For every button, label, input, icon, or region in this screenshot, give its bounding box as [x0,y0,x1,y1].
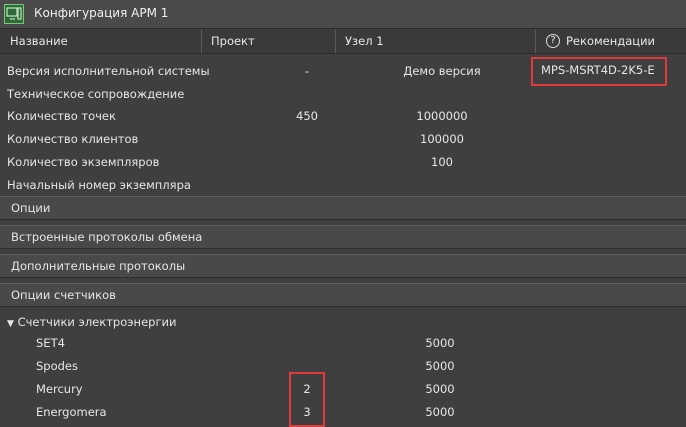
row-label-start-instance-number: Начальный номер экземпляра [7,178,191,192]
meter-node-set4[interactable]: 5000 [410,336,470,350]
column-header-project[interactable]: Проект [211,34,255,48]
meter-node-mercury[interactable]: 5000 [410,382,470,396]
column-divider[interactable] [335,29,336,53]
row-label-instances-count: Количество экземпляров [7,155,160,169]
cell-node-system-version[interactable]: Демо версия [400,64,484,78]
section-builtin-protocols[interactable]: Встроенные протоколы обмена [0,225,686,249]
meter-node-spodes[interactable]: 5000 [410,359,470,373]
meters-group-header[interactable]: ▼ Счетчики электроэнергии [7,315,176,329]
cell-node-points-count[interactable]: 1000000 [402,109,482,123]
row-label-system-version: Версия исполнительной системы [7,64,210,78]
column-divider[interactable] [535,29,536,53]
column-divider[interactable] [201,29,202,53]
meter-node-energomera[interactable]: 5000 [410,405,470,419]
section-label: Опции счетчиков [11,288,116,302]
section-label: Дополнительные протоколы [11,259,186,273]
row-label-clients-count: Количество клиентов [7,132,139,146]
meter-name-energomera: Energomera [36,405,107,419]
row-label-tech-support: Техническое сопровождение [7,87,185,101]
meter-name-mercury: Mercury [36,382,83,396]
window-title: Конфигурация АРМ 1 [34,6,169,20]
meter-project-mercury[interactable]: 2 [296,382,318,396]
column-header-node[interactable]: Узел 1 [345,34,384,48]
help-icon[interactable]: ? [546,34,560,48]
section-label: Опции [11,201,51,215]
cell-project-system-version[interactable]: - [292,64,322,78]
section-meter-options[interactable]: Опции счетчиков [0,283,686,307]
expand-triangle-icon[interactable]: ▼ [7,319,14,329]
cell-node-instances-count[interactable]: 100 [402,155,482,169]
cell-node-clients-count[interactable]: 100000 [402,132,482,146]
meter-name-spodes: Spodes [36,359,79,373]
column-header-name[interactable]: Название [10,34,68,48]
meters-group-label: Счетчики электроэнергии [17,315,177,329]
row-label-points-count: Количество точек [7,109,116,123]
section-additional-protocols[interactable]: Дополнительные протоколы [0,254,686,278]
cell-project-points-count[interactable]: 450 [287,109,327,123]
section-options[interactable]: Опции [0,196,686,220]
section-label: Встроенные протоколы обмена [11,230,203,244]
column-header-recommendations[interactable]: Рекомендации [566,34,655,48]
workstation-icon [4,4,24,24]
meter-project-energomera[interactable]: 3 [296,405,318,419]
meter-name-set4: SET4 [36,336,65,350]
cell-recommendation-system-version[interactable]: MPS-MSRT4D-2K5-E [541,63,655,77]
